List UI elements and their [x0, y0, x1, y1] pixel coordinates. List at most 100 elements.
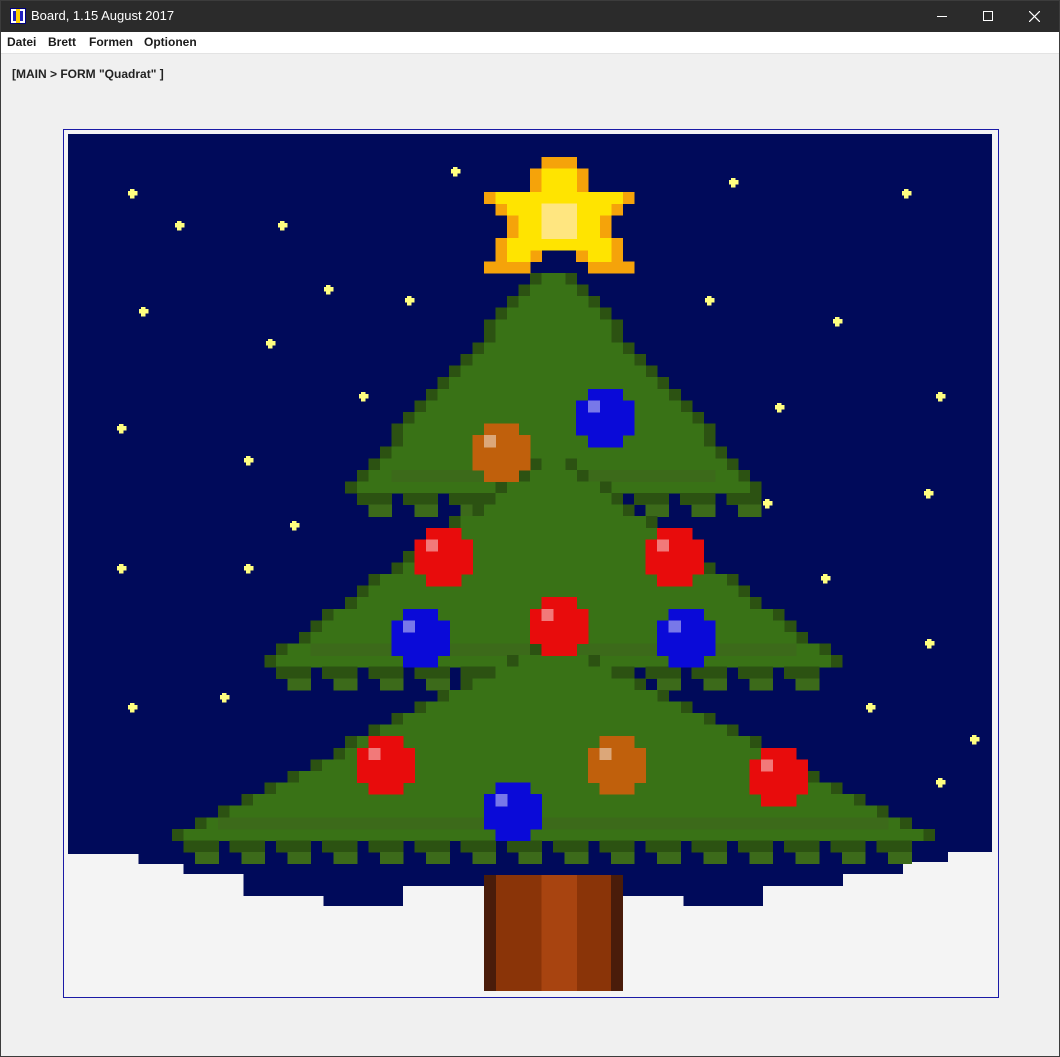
tree-underside — [784, 840, 820, 853]
menu-bar: Datei Brett Formen Optionen — [1, 32, 1059, 54]
menu-datei[interactable]: Datei — [7, 35, 36, 49]
tree-underside — [795, 852, 820, 865]
tree-underside — [830, 840, 866, 853]
tree-underside — [195, 852, 219, 865]
tree-underside — [841, 852, 866, 865]
board-canvas-frame[interactable] — [63, 129, 999, 998]
tree-underside — [414, 840, 450, 853]
tree-branch-row — [414, 411, 693, 425]
tree-underside — [414, 504, 439, 517]
tree-branch-row — [506, 307, 600, 320]
tree-branch-row — [530, 284, 577, 297]
menu-formen[interactable]: Formen — [89, 35, 133, 49]
tree-branch-row — [495, 319, 612, 332]
star-fill-row — [541, 168, 577, 181]
tree-underside — [333, 852, 358, 865]
tree-underside — [183, 840, 219, 853]
tree-branch-row — [449, 689, 658, 703]
tree-underside — [229, 840, 265, 853]
tree-branch-row — [183, 828, 924, 842]
snow-patch — [243, 896, 324, 991]
snow-patch — [403, 886, 484, 991]
pixel-board[interactable] — [68, 134, 992, 991]
tree-branch-row — [495, 666, 612, 679]
star-fill-row — [506, 238, 612, 251]
trunk-edge — [483, 875, 496, 991]
board-app-icon[interactable] — [10, 8, 26, 24]
tree-underside — [275, 840, 312, 853]
tree-underside — [645, 504, 670, 517]
tree-branch-row — [460, 365, 647, 378]
tree-branch-row — [483, 342, 623, 355]
window-title: Board, 1.15 August 2017 — [31, 8, 175, 23]
form-breadcrumb: [MAIN > FORM "Quadrat" ] — [12, 67, 164, 81]
tree-underside — [691, 666, 727, 679]
tree-branch-row — [391, 446, 716, 459]
tree-underside — [680, 493, 716, 506]
tree-underside — [657, 678, 681, 691]
tree-underside — [691, 504, 716, 517]
tree-branch-row — [472, 678, 635, 691]
tree-branch-row — [449, 377, 658, 390]
tree-underside — [610, 852, 635, 865]
star-fill-row — [541, 180, 577, 193]
tree-underside — [703, 852, 727, 865]
tree-underside — [368, 504, 392, 517]
tree-underside — [472, 852, 496, 865]
tree-underside — [633, 493, 670, 506]
star-outline-row — [587, 261, 635, 274]
tree-branch-row — [541, 458, 566, 471]
tree-branch-row — [541, 272, 566, 286]
tree-underside — [737, 666, 774, 679]
close-icon[interactable] — [1011, 1, 1057, 32]
tree-underside — [356, 493, 392, 506]
star-outline-row — [541, 157, 577, 170]
tree-underside — [275, 666, 312, 679]
tree-branch-row — [426, 701, 681, 714]
tree-underside — [749, 678, 774, 691]
star-fill-row — [587, 249, 612, 262]
tree-branch-row — [368, 585, 739, 598]
tree-underside — [553, 840, 589, 853]
tree-underside — [737, 840, 774, 853]
snow-patch — [323, 906, 404, 991]
tree-underside — [518, 852, 543, 865]
tree-branch-row — [506, 481, 600, 494]
tree-trunk — [483, 875, 623, 991]
tree-underside — [749, 852, 774, 865]
tree-branch-row — [449, 527, 658, 540]
tree-underside — [564, 852, 589, 865]
tree-branch-row — [495, 493, 612, 506]
tree-underside — [379, 678, 404, 691]
tree-underside — [876, 840, 912, 853]
menu-optionen[interactable]: Optionen — [144, 35, 197, 49]
snow-patch — [948, 852, 992, 991]
tree-underside — [703, 678, 727, 691]
maximize-icon[interactable] — [965, 1, 1011, 32]
tree-underside — [888, 852, 912, 865]
tree-underside — [414, 666, 450, 679]
tree-underside — [599, 840, 635, 853]
tree-underside — [795, 678, 820, 691]
star-fill-row — [506, 249, 531, 262]
tree-underside — [368, 840, 404, 853]
star-fill-row — [495, 191, 623, 205]
tree-branch-row — [472, 354, 635, 367]
tree-branch-row — [495, 330, 612, 344]
tree-underside — [784, 666, 820, 679]
title-bar[interactable]: Board, 1.15 August 2017 — [1, 1, 1059, 32]
tree-branch-row — [518, 296, 589, 309]
tree-underside — [368, 666, 404, 679]
minimize-icon[interactable] — [919, 1, 965, 32]
tree-underside — [379, 852, 404, 865]
tree-branch-row — [518, 655, 589, 668]
snow-patch — [138, 864, 184, 991]
snow-patch — [763, 886, 844, 991]
tree-branch-row — [483, 504, 623, 517]
tree-branch-row — [530, 469, 577, 483]
star-outline-row — [483, 261, 531, 274]
tree-branch-row — [402, 713, 704, 726]
tree-branch-row — [275, 782, 831, 795]
menu-brett[interactable]: Brett — [48, 35, 76, 49]
tree-underside — [402, 493, 439, 506]
